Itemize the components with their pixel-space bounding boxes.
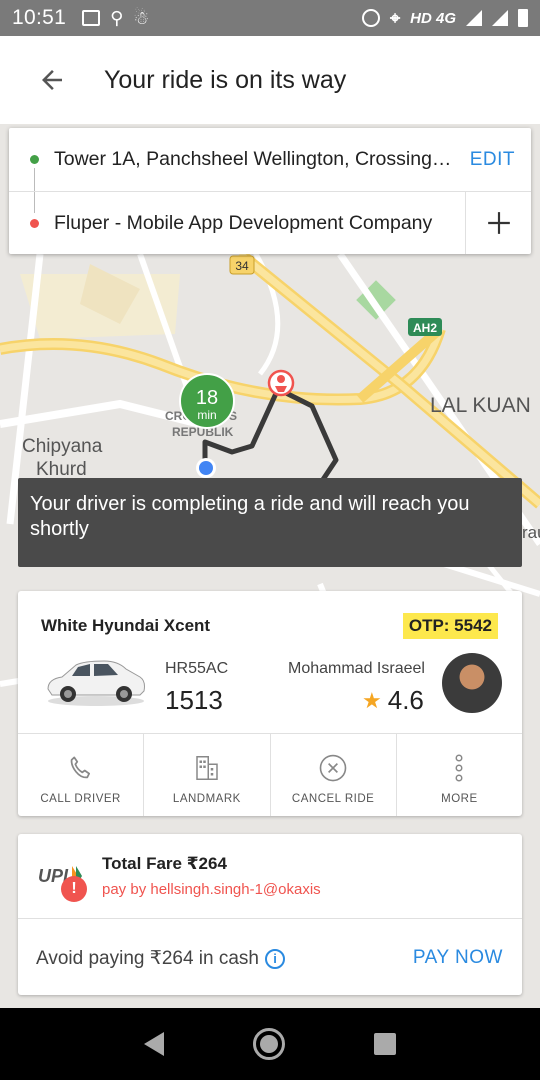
back-button[interactable] xyxy=(0,36,104,124)
map-label-lal-kuan: LAL KUAN xyxy=(430,394,531,417)
address-card: Tower 1A, Panchsheel Wellington, Crossin… xyxy=(9,128,531,254)
car-image xyxy=(47,660,145,706)
warning-icon: ! xyxy=(61,876,87,902)
more-label: MORE xyxy=(441,793,478,805)
status-right-icons: ⌖ HD 4G xyxy=(362,8,528,29)
driver-card: White Hyundai Xcent OTP: 5542 HR55AC 151… xyxy=(18,591,522,816)
car-plate: HR55AC xyxy=(165,660,229,677)
status-time: 10:51 xyxy=(12,6,67,29)
drop-dot-icon xyxy=(30,218,39,228)
fare-total: Total Fare ₹264 xyxy=(102,854,227,873)
cancel-ride-button[interactable]: CANCEL RIDE xyxy=(271,734,397,816)
eta-bubble: 18 min xyxy=(179,373,235,429)
avoid-cash-label: Avoid paying ₹264 in cash xyxy=(36,948,259,969)
driver-actions: CALL DRIVER LANDMARK CANCEL RIDE MORE xyxy=(18,733,522,816)
nav-home-icon[interactable] xyxy=(252,1028,285,1060)
building-icon xyxy=(196,756,218,780)
status-left-icons: ⚲ ☃ xyxy=(82,8,149,29)
cancel-circle-icon xyxy=(319,754,347,782)
fare-upi-id[interactable]: pay by hellsingh.singh-1@okaxis xyxy=(102,881,321,898)
more-vertical-icon xyxy=(455,754,463,782)
alarm-icon xyxy=(362,9,381,27)
car-name: White Hyundai Xcent xyxy=(41,616,211,635)
edit-button[interactable]: EDIT xyxy=(470,149,515,171)
arrow-back-icon xyxy=(42,70,62,90)
map-label-edge: rau xyxy=(522,523,540,542)
driver-name: Mohammad Israeel xyxy=(288,660,425,677)
call-driver-label: CALL DRIVER xyxy=(40,793,121,805)
map-label-khurd: Khurd xyxy=(36,459,87,480)
pickup-address: Tower 1A, Panchsheel Wellington, Crossin… xyxy=(54,148,454,170)
page-title: Your ride is on its way xyxy=(104,65,347,94)
road-ah2-label: AH2 xyxy=(413,321,437,335)
pickup-row[interactable]: Tower 1A, Panchsheel Wellington, Crossin… xyxy=(9,128,531,191)
network-label: HD 4G xyxy=(410,9,456,27)
signal-icon xyxy=(492,10,508,26)
nav-recents-icon[interactable] xyxy=(373,1033,396,1055)
signal-icon xyxy=(466,10,482,26)
driver-rating: ★ 4.6 xyxy=(362,685,424,716)
system-nav-bar xyxy=(0,1008,540,1080)
pay-now-button[interactable]: PAY NOW xyxy=(413,947,503,969)
call-driver-button[interactable]: CALL DRIVER xyxy=(18,734,145,816)
fare-divider xyxy=(18,918,522,919)
battery-icon xyxy=(518,9,528,27)
plus-icon xyxy=(487,212,510,234)
drop-row[interactable]: Fluper - Mobile App Development Company xyxy=(9,191,531,254)
road-34-label: 34 xyxy=(235,259,249,273)
otp-badge: OTP: 5542 xyxy=(402,613,498,639)
rating-value: 4.6 xyxy=(387,685,424,715)
status-bar: 10:51 ⚲ ☃ ⌖ HD 4G xyxy=(0,0,540,36)
driver-avatar[interactable] xyxy=(442,653,502,713)
location-icon: ⌖ xyxy=(390,7,401,28)
drop-address: Fluper - Mobile App Development Company xyxy=(54,211,433,234)
fare-card: UPI ! Total Fare ₹264 pay by hellsingh.s… xyxy=(18,834,522,995)
eta-unit: min xyxy=(197,408,216,422)
driver-location-pin xyxy=(267,369,295,397)
app-header: Your ride is on its way xyxy=(0,36,540,124)
info-icon[interactable]: i xyxy=(265,948,285,969)
car-number: 1513 xyxy=(165,685,223,715)
add-stop-button[interactable] xyxy=(465,192,531,254)
landmark-button[interactable]: LANDMARK xyxy=(144,734,271,816)
star-icon: ★ xyxy=(362,687,382,713)
landmark-label: LANDMARK xyxy=(172,793,241,805)
phone-icon xyxy=(70,756,90,779)
eta-value: 18 xyxy=(196,387,218,409)
nav-back-icon[interactable] xyxy=(144,1032,165,1056)
cancel-ride-label: CANCEL RIDE xyxy=(291,793,375,805)
notification-icon: ☃ xyxy=(133,7,150,28)
gmail-icon xyxy=(82,10,101,26)
map-label-chipyana: Chipyana xyxy=(22,436,103,457)
driver-status-toast: Your driver is completing a ride and wil… xyxy=(18,478,522,567)
more-button[interactable]: MORE xyxy=(397,734,522,816)
pickup-dot-icon xyxy=(30,155,39,164)
notification-icon: ⚲ xyxy=(110,7,124,28)
avoid-cash-text: Avoid paying ₹264 in cash i xyxy=(36,947,285,970)
